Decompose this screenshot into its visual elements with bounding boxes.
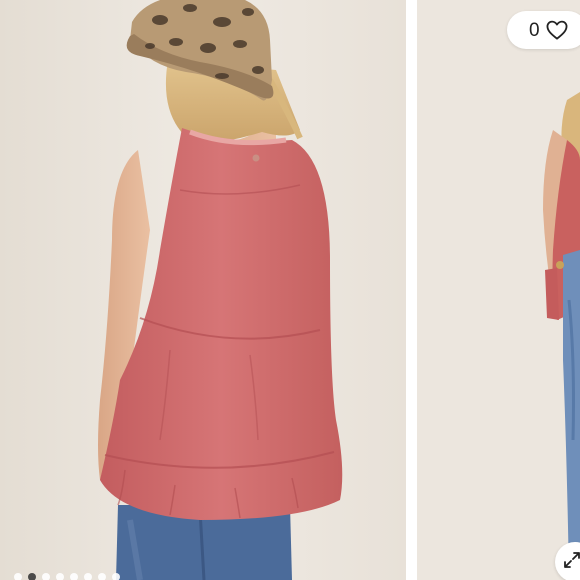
heart-outline-icon: [546, 20, 568, 40]
carousel-dot[interactable]: [98, 573, 106, 580]
carousel-dot[interactable]: [42, 573, 50, 580]
product-photo-side-view[interactable]: [417, 0, 580, 580]
photo-side-view-illustration: [417, 0, 580, 580]
carousel-dot[interactable]: [112, 573, 120, 580]
carousel-dot[interactable]: [84, 573, 92, 580]
photo-back-view-illustration: [0, 0, 406, 580]
carousel-dot[interactable]: [70, 573, 78, 580]
carousel-dot-active[interactable]: [28, 573, 36, 580]
image-carousel[interactable]: 0: [0, 0, 580, 580]
product-photo-back-view[interactable]: [0, 0, 406, 580]
carousel-dot[interactable]: [14, 573, 22, 580]
expand-arrows-icon: [564, 552, 580, 568]
carousel-dot[interactable]: [56, 573, 64, 580]
like-button[interactable]: 0: [507, 11, 580, 49]
like-count: 0: [529, 19, 540, 41]
carousel-pagination: [14, 573, 120, 580]
